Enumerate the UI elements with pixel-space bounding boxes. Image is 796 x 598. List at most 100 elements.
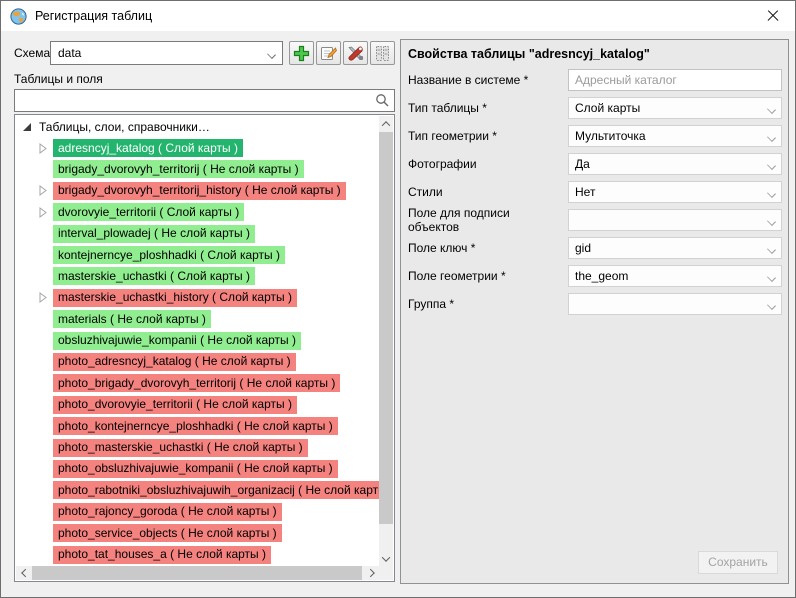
tree-item-label: photo_rabotniki_obsluzhivajuwih_organiza…: [53, 481, 379, 499]
schema-row: Схема data: [14, 41, 395, 65]
scroll-left-arrow[interactable]: [16, 566, 31, 580]
tree-item[interactable]: interval_plowadej ( Не слой карты ): [15, 223, 379, 244]
tree-item[interactable]: photo_service_objects ( Не слой карты ): [15, 522, 379, 543]
form-row: Тип таблицы * Слой карты: [401, 94, 788, 122]
chevron-down-icon: [767, 189, 776, 198]
tree-item-label: photo_adresncyj_katalog ( Не слой карты …: [53, 353, 296, 371]
search-icon: [375, 93, 390, 108]
field-control[interactable]: Нет: [568, 181, 782, 203]
edit-schema-button[interactable]: [316, 41, 341, 65]
scroll-right-arrow[interactable]: [364, 566, 379, 580]
chevron-down-icon: [267, 50, 276, 59]
field-control[interactable]: [568, 293, 782, 315]
field-label: Тип таблицы *: [408, 101, 568, 115]
form-row: Группа *: [401, 290, 788, 318]
field-control[interactable]: Да: [568, 153, 782, 175]
add-schema-button[interactable]: [289, 41, 314, 65]
search-input[interactable]: [14, 89, 395, 112]
field-label: Поле ключ *: [408, 241, 568, 255]
form-row: Стили Нет: [401, 178, 788, 206]
tree-item-label: photo_rajoncy_goroda ( Не слой карты ): [53, 503, 282, 521]
tree-item[interactable]: photo_rabotniki_obsluzhivajuwih_organiza…: [15, 480, 379, 501]
expanded-triangle-icon: [22, 122, 32, 132]
field-label: Тип геометрии *: [408, 129, 568, 143]
plus-icon: [293, 45, 310, 62]
tree-item-label: materials ( Не слой карты ): [53, 310, 211, 328]
field-value: Нет: [575, 185, 595, 199]
form-row: Поле геометрии * the_geom: [401, 262, 788, 290]
tree-item-label: adresncyj_katalog ( Слой карты ): [53, 139, 243, 157]
tree-horizontal-scrollbar[interactable]: [16, 566, 379, 580]
tree-item-label: obsluzhivajuwie_kompanii ( Не слой карты…: [53, 332, 301, 350]
tree-item[interactable]: adresncyj_katalog ( Слой карты ): [15, 137, 379, 158]
field-control[interactable]: Слой карты: [568, 97, 782, 119]
tree-item[interactable]: brigady_dvorovyh_territorij ( Не слой ка…: [15, 159, 379, 180]
field-control[interactable]: the_geom: [568, 265, 782, 287]
tree-item[interactable]: photo_obsluzhivajuwie_kompanii ( Не слой…: [15, 458, 379, 479]
expander-icon[interactable]: [38, 207, 48, 218]
tree-item[interactable]: obsluzhivajuwie_kompanii ( Не слой карты…: [15, 330, 379, 351]
tree-items: adresncyj_katalog ( Слой карты ) brigady…: [15, 137, 379, 566]
save-button[interactable]: Сохранить: [698, 551, 778, 574]
close-button[interactable]: [750, 1, 795, 31]
chevron-down-icon: [767, 105, 776, 114]
field-value: gid: [575, 241, 591, 255]
table-structure-button[interactable]: [370, 41, 395, 65]
tree-item[interactable]: photo_masterskie_uchastki ( Не слой карт…: [15, 437, 379, 458]
tree-vertical-scrollbar[interactable]: [379, 116, 393, 566]
tree-root-label: Таблицы, слои, справочники…: [39, 120, 210, 134]
tree-item[interactable]: photo_rajoncy_goroda ( Не слой карты ): [15, 501, 379, 522]
tree-item[interactable]: kontejnerncye_ploshhadki ( Слой карты ): [15, 244, 379, 265]
tree-item-label: photo_service_objects ( Не слой карты ): [53, 524, 282, 542]
field-label: Название в системе *: [408, 73, 568, 87]
schema-combobox[interactable]: data: [50, 41, 283, 65]
tree-root[interactable]: Таблицы, слои, справочники…: [15, 116, 379, 137]
form-row: Поле для подписи объектов: [401, 206, 788, 234]
field-control[interactable]: Адресный каталог: [568, 69, 782, 91]
tree-item[interactable]: photo_dvorovyie_territorii ( Не слой кар…: [15, 394, 379, 415]
expander-icon[interactable]: [38, 143, 48, 154]
tree-item-label: photo_masterskie_uchastki ( Не слой карт…: [53, 439, 308, 457]
tables-tree: Таблицы, слои, справочники… adresncyj_ka…: [14, 114, 395, 582]
tree-item[interactable]: materials ( Не слой карты ): [15, 309, 379, 330]
tree-item[interactable]: masterskie_uchastki ( Слой карты ): [15, 266, 379, 287]
search-box: [14, 89, 395, 112]
expander-icon[interactable]: [38, 292, 48, 303]
tree-item-label: photo_tat_houses_a ( Не слой карты ): [53, 546, 271, 564]
schema-value: data: [58, 46, 81, 60]
register-tables-dialog: Регистрация таблиц Схема data: [0, 0, 796, 598]
tools-button[interactable]: [343, 41, 368, 65]
field-value: Адресный каталог: [575, 73, 677, 87]
tree-item[interactable]: photo_brigady_dvorovyh_territorij ( Не с…: [15, 373, 379, 394]
field-control[interactable]: [568, 209, 782, 231]
tree-item-label: photo_kontejnerncye_ploshhadki ( Не слой…: [53, 417, 338, 435]
field-control[interactable]: Мультиточка: [568, 125, 782, 147]
form-row: Тип геометрии * Мультиточка: [401, 122, 788, 150]
tree-item-label: brigady_dvorovyh_territorij_history ( Не…: [53, 182, 346, 200]
chevron-down-icon: [767, 161, 776, 170]
field-control[interactable]: gid: [568, 237, 782, 259]
field-label: Стили: [408, 185, 568, 199]
expander-icon[interactable]: [38, 185, 48, 196]
tree-item[interactable]: photo_adresncyj_katalog ( Не слой карты …: [15, 351, 379, 372]
chevron-down-icon: [767, 301, 776, 310]
tree-item[interactable]: dvorovyie_territorii ( Слой карты ): [15, 202, 379, 223]
tree-item[interactable]: masterskie_uchastki_history ( Слой карты…: [15, 287, 379, 308]
field-value: Да: [575, 157, 590, 171]
scroll-down-arrow[interactable]: [379, 551, 393, 566]
tree-item[interactable]: photo_tat_houses_a ( Не слой карты ): [15, 544, 379, 565]
tree-item[interactable]: photo_kontejnerncye_ploshhadki ( Не слой…: [15, 415, 379, 436]
table-properties-panel: Свойства таблицы "adresncyj_katalog" Наз…: [400, 39, 789, 584]
tree-item-label: interval_plowadej ( Не слой карты ): [53, 225, 255, 243]
field-value: Мультиточка: [575, 129, 646, 143]
titlebar: Регистрация таблиц: [1, 1, 795, 31]
tree-item-label: photo_dvorovyie_territorii ( Не слой кар…: [53, 396, 297, 414]
form-row: Фотографии Да: [401, 150, 788, 178]
horizontal-scroll-thumb[interactable]: [32, 566, 362, 580]
scroll-up-arrow[interactable]: [379, 116, 393, 131]
tree-content: Таблицы, слои, справочники… adresncyj_ka…: [15, 116, 379, 566]
tree-item[interactable]: brigady_dvorovyh_territorij_history ( Не…: [15, 180, 379, 201]
wrench-screwdriver-icon: [347, 45, 364, 62]
chevron-down-icon: [767, 133, 776, 142]
vertical-scroll-thumb[interactable]: [379, 132, 393, 524]
